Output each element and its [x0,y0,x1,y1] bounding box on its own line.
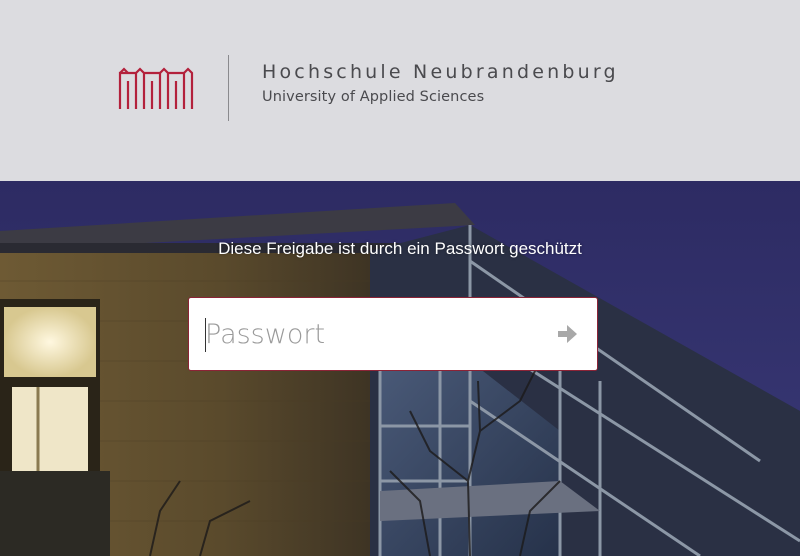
logo-divider [228,55,229,121]
university-name: Hochschule Neubrandenburg [262,61,619,83]
password-input[interactable] [205,312,535,356]
password-prompt: Diese Freigabe ist durch ein Passwort ge… [218,239,582,258]
arrow-right-icon[interactable] [555,322,579,346]
university-logo[interactable]: Hochschule Neubrandenburg University of … [118,55,616,123]
logo-text: Hochschule Neubrandenburg University of … [262,61,619,105]
text-caret [205,318,206,352]
university-subtitle: University of Applied Sciences [262,89,485,105]
university-logo-icon [118,67,194,109]
password-form [188,297,598,371]
header: Hochschule Neubrandenburg University of … [0,0,800,181]
